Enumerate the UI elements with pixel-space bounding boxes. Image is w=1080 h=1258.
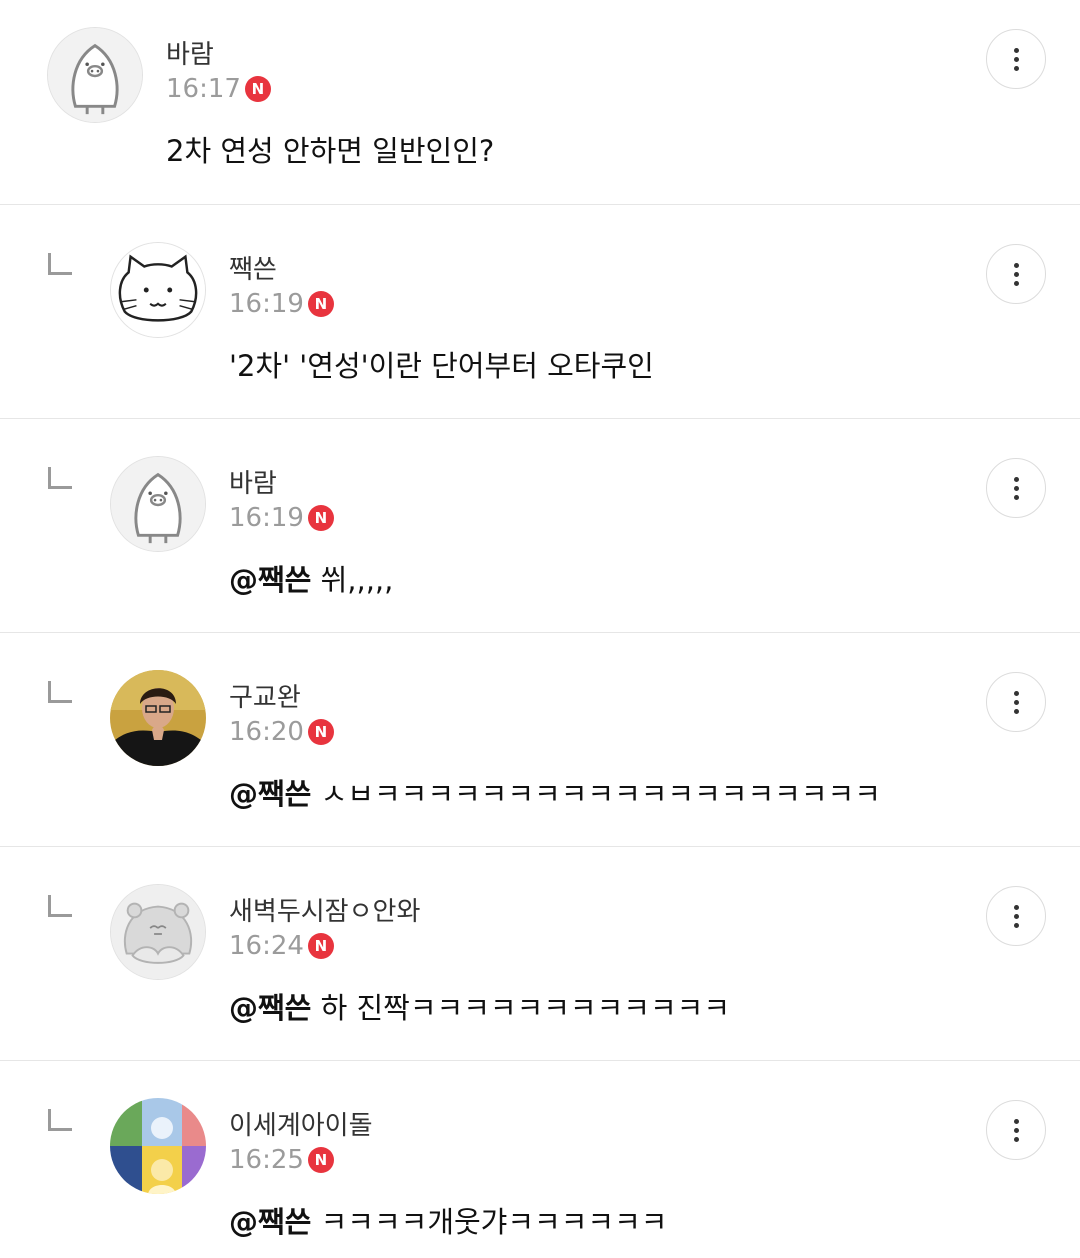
comment-time: 16:24 N — [229, 931, 334, 961]
mention[interactable]: @짹쓴 — [229, 563, 311, 597]
author-name[interactable]: 바람 — [166, 34, 214, 71]
time-text: 16:19 — [229, 289, 304, 319]
author-name[interactable]: 바람 — [229, 463, 277, 500]
comment-text: @짹쓴 ㅅㅂㅋㅋㅋㅋㅋㅋㅋㅋㅋㅋㅋㅋㅋㅋㅋㅋㅋㅋㅋ — [229, 771, 881, 813]
mention[interactable]: @짹쓴 — [229, 1205, 311, 1239]
comment-time: 16:19 N — [229, 503, 334, 533]
dot-icon — [1013, 485, 1019, 491]
reply-arrow-icon — [48, 1109, 72, 1131]
dot-icon — [1013, 280, 1019, 286]
comment-body: '2차' '연성'이란 단어부터 오타쿠인 — [229, 349, 654, 383]
author-name[interactable]: 구교완 — [229, 677, 301, 714]
comment-list: 바람 16:17 N 2차 연성 안하면 일반인인? 짹쓴 16:19 N '2… — [0, 0, 1080, 1256]
mention[interactable]: @짹쓴 — [229, 991, 311, 1025]
more-options-button[interactable] — [986, 886, 1046, 946]
penguin-avatar-icon[interactable] — [110, 456, 206, 552]
reply-arrow-icon — [48, 467, 72, 489]
dot-icon — [1013, 56, 1019, 62]
comment-body: 2차 연성 안하면 일반인인? — [166, 134, 495, 168]
new-badge: N — [307, 505, 334, 531]
reply-item: 새벽두시잠ㅇ안와 16:24 N @짹쓴 하 진짝ㅋㅋㅋㅋㅋㅋㅋㅋㅋㅋㅋㅋ — [0, 847, 1080, 1061]
comment-time: 16:17 N — [166, 74, 271, 104]
reply-item: 구교완 16:20 N @짹쓴 ㅅㅂㅋㅋㅋㅋㅋㅋㅋㅋㅋㅋㅋㅋㅋㅋㅋㅋㅋㅋㅋ — [0, 633, 1080, 847]
dot-icon — [1013, 476, 1019, 482]
reply-arrow-icon — [48, 253, 72, 275]
comment-text: '2차' '연성'이란 단어부터 오타쿠인 — [229, 343, 654, 385]
comment-text: @짹쓴 하 진짝ㅋㅋㅋㅋㅋㅋㅋㅋㅋㅋㅋㅋ — [229, 985, 730, 1027]
dot-icon — [1013, 262, 1019, 268]
group-avatar-icon[interactable] — [110, 1098, 206, 1194]
comment-body: ㅋㅋㅋㅋ개웃갸ㅋㅋㅋㅋㅋㅋ — [311, 1205, 668, 1239]
comment-text: @짹쓴 ㅋㅋㅋㅋ개웃갸ㅋㅋㅋㅋㅋㅋ — [229, 1199, 667, 1241]
time-text: 16:17 — [166, 74, 241, 104]
comment-body: ㅅㅂㅋㅋㅋㅋㅋㅋㅋㅋㅋㅋㅋㅋㅋㅋㅋㅋㅋㅋㅋ — [311, 777, 881, 811]
dot-icon — [1013, 271, 1019, 277]
dot-icon — [1013, 922, 1019, 928]
dot-icon — [1013, 494, 1019, 500]
dot-icon — [1013, 708, 1019, 714]
more-options-button[interactable] — [986, 672, 1046, 732]
comment-text: @짹쓴 쒸,,,,, — [229, 557, 393, 599]
penguin-avatar-icon[interactable] — [47, 27, 143, 123]
dot-icon — [1013, 699, 1019, 705]
time-text: 16:24 — [229, 931, 304, 961]
comment-text: 2차 연성 안하면 일반인인? — [166, 128, 494, 170]
dot-icon — [1013, 913, 1019, 919]
author-name[interactable]: 이세계아이돌 — [229, 1105, 373, 1142]
reply-item: 이세계아이돌 16:25 N @짹쓴 ㅋㅋㅋㅋ개웃갸ㅋㅋㅋㅋㅋㅋ — [0, 1061, 1080, 1256]
more-options-button[interactable] — [986, 458, 1046, 518]
reply-item: 짹쓴 16:19 N '2차' '연성'이란 단어부터 오타쿠인 — [0, 205, 1080, 419]
hamster-avatar-icon[interactable] — [110, 884, 206, 980]
new-badge: N — [307, 933, 334, 959]
dot-icon — [1013, 65, 1019, 71]
author-name[interactable]: 새벽두시잠ㅇ안와 — [229, 891, 420, 928]
comment-body: 하 진짝ㅋㅋㅋㅋㅋㅋㅋㅋㅋㅋㅋㅋ — [311, 991, 731, 1025]
mention[interactable]: @짹쓴 — [229, 777, 311, 811]
author-name[interactable]: 짹쓴 — [229, 249, 277, 286]
dot-icon — [1013, 690, 1019, 696]
more-options-button[interactable] — [986, 29, 1046, 89]
time-text: 16:19 — [229, 503, 304, 533]
dot-icon — [1013, 1127, 1019, 1133]
comment-time: 16:25 N — [229, 1145, 334, 1175]
new-badge: N — [307, 291, 334, 317]
person-photo-avatar[interactable] — [110, 670, 206, 766]
new-badge: N — [307, 719, 334, 745]
reply-arrow-icon — [48, 681, 72, 703]
dot-icon — [1013, 1136, 1019, 1142]
more-options-button[interactable] — [986, 1100, 1046, 1160]
comment-body: 쒸,,,,, — [311, 563, 394, 597]
new-badge: N — [244, 76, 271, 102]
reply-arrow-icon — [48, 895, 72, 917]
dot-icon — [1013, 1118, 1019, 1124]
dot-icon — [1013, 47, 1019, 53]
reply-item: 바람 16:19 N @짹쓴 쒸,,,,, — [0, 419, 1080, 633]
new-badge: N — [307, 1147, 334, 1173]
dot-icon — [1013, 904, 1019, 910]
time-text: 16:25 — [229, 1145, 304, 1175]
comment-item: 바람 16:17 N 2차 연성 안하면 일반인인? — [0, 0, 1080, 205]
time-text: 16:20 — [229, 717, 304, 747]
more-options-button[interactable] — [986, 244, 1046, 304]
comment-time: 16:19 N — [229, 289, 334, 319]
comment-time: 16:20 N — [229, 717, 334, 747]
cat-avatar-icon[interactable] — [110, 242, 206, 338]
